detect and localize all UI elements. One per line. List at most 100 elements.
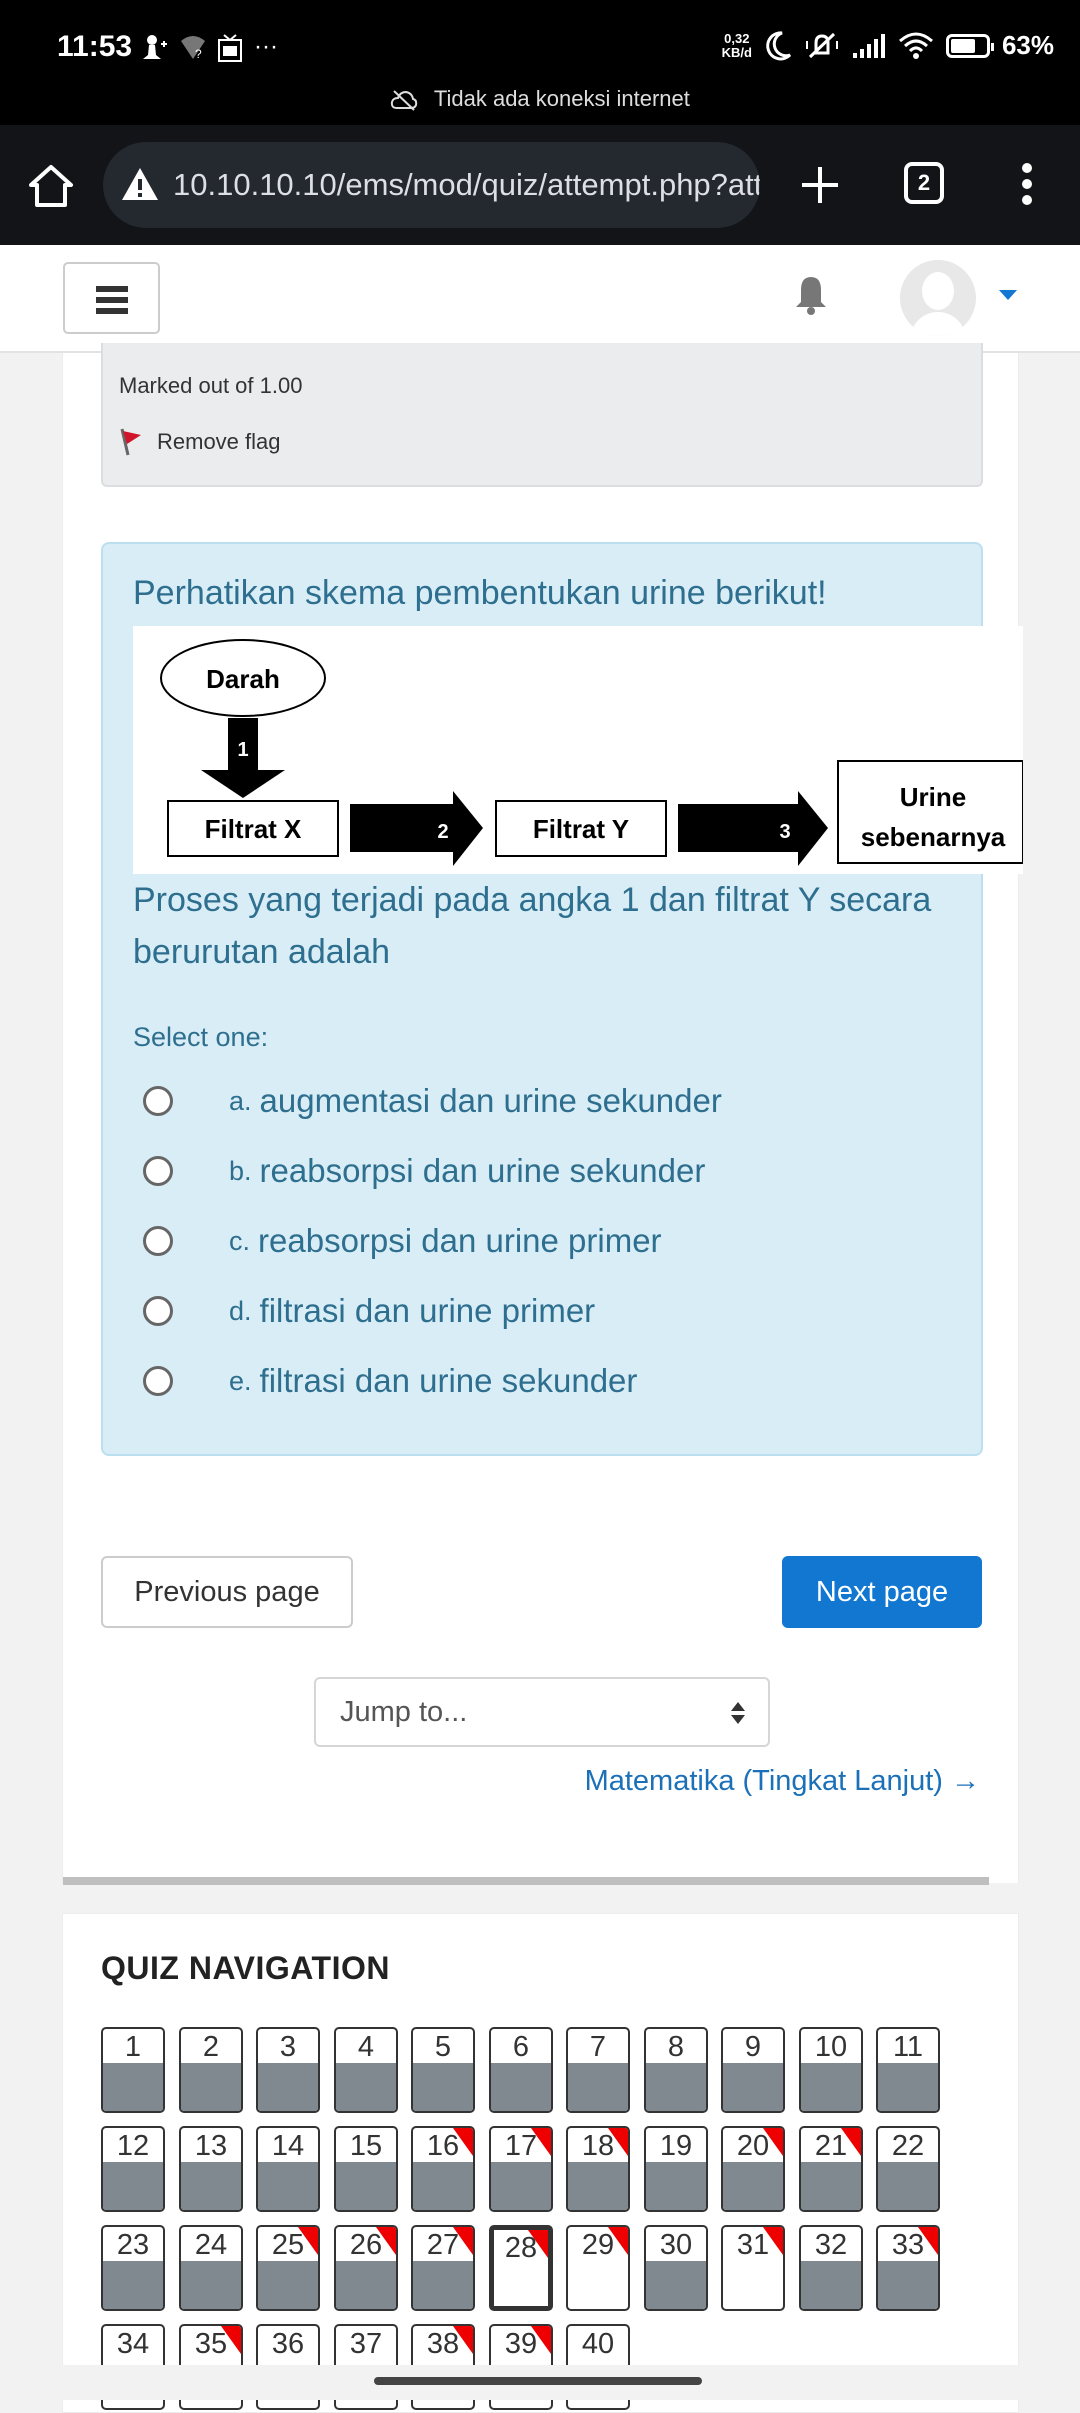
quiz-nav-button-24[interactable]: 24 (179, 2225, 243, 2311)
quiz-nav-button-2[interactable]: 2 (179, 2027, 243, 2113)
avatar[interactable] (900, 260, 976, 336)
quiz-nav-button-26[interactable]: 26 (334, 2225, 398, 2311)
quiz-nav-button-16[interactable]: 16 (411, 2126, 475, 2212)
answer-list: a. augmentasi dan urine sekunder b. reab… (143, 1066, 722, 1416)
question-number: 37 (349, 2328, 383, 2360)
radio-button[interactable] (143, 1226, 173, 1256)
home-icon[interactable] (26, 161, 76, 211)
answered-indicator (181, 2261, 241, 2309)
question-number: 4 (357, 2031, 375, 2063)
quiz-nav-button-27[interactable]: 27 (411, 2225, 475, 2311)
clock: 11:53 (57, 30, 133, 63)
quiz-nav-button-12[interactable]: 12 (101, 2126, 165, 2212)
home-indicator[interactable] (374, 2377, 702, 2385)
darah-node: Darah (160, 639, 326, 717)
quiz-nav-button-17[interactable]: 17 (489, 2126, 553, 2212)
url-text[interactable]: 10.10.10.10/ems/mod/quiz/attempt.php?att (173, 167, 760, 202)
quiz-navigation-title: QUIZ NAVIGATION (101, 1950, 390, 1986)
quiz-nav-button-5[interactable]: 5 (411, 2027, 475, 2113)
bell-icon[interactable] (793, 274, 829, 316)
address-bar[interactable]: 10.10.10.10/ems/mod/quiz/attempt.php?att (103, 142, 760, 228)
more-icon: ··· (254, 33, 278, 60)
radio-button[interactable] (143, 1086, 173, 1116)
quiz-nav-button-31[interactable]: 31 (721, 2225, 785, 2311)
quiz-nav-button-23[interactable]: 23 (101, 2225, 165, 2311)
next-activity-link[interactable]: Matematika (Tingkat Lanjut) → (585, 1765, 980, 1798)
flag-icon (763, 2227, 783, 2255)
next-page-button[interactable]: Next page (782, 1556, 982, 1628)
quiz-nav-button-20[interactable]: 20 (721, 2126, 785, 2212)
question-number: 22 (891, 2130, 925, 2162)
answered-indicator (103, 2063, 163, 2111)
horizontal-scrollbar[interactable] (63, 1877, 989, 1885)
hamburger-icon[interactable] (63, 262, 160, 334)
quiz-nav-button-10[interactable]: 10 (799, 2027, 863, 2113)
question-number: 34 (116, 2328, 150, 2360)
quiz-nav-button-9[interactable]: 9 (721, 2027, 785, 2113)
remove-flag-label[interactable]: Remove flag (157, 429, 281, 455)
answer-option-a[interactable]: a. augmentasi dan urine sekunder (143, 1066, 722, 1136)
question-number: 36 (271, 2328, 305, 2360)
quiz-nav-button-15[interactable]: 15 (334, 2126, 398, 2212)
radio-button[interactable] (143, 1156, 173, 1186)
quiz-nav-button-25[interactable]: 25 (256, 2225, 320, 2311)
jump-to-select[interactable]: Jump to... (314, 1677, 770, 1747)
answer-text[interactable]: filtrasi dan urine primer (260, 1292, 596, 1330)
answer-letter: c. (229, 1225, 251, 1256)
radio-button[interactable] (143, 1366, 173, 1396)
quiz-nav-button-22[interactable]: 22 (876, 2126, 940, 2212)
flag-icon (531, 2128, 551, 2156)
select-arrows-icon (731, 1702, 745, 1724)
quiz-nav-button-30[interactable]: 30 (644, 2225, 708, 2311)
quiz-nav-button-29[interactable]: 29 (566, 2225, 630, 2311)
flag-icon (608, 2227, 628, 2255)
flag-icon (841, 2128, 861, 2156)
quiz-nav-button-21[interactable]: 21 (799, 2126, 863, 2212)
main-content: Marked out of 1.00 Remove flag Perhatika… (62, 343, 1023, 1885)
quiz-nav-button-18[interactable]: 18 (566, 2126, 630, 2212)
answer-letter: e. (229, 1365, 252, 1396)
answered-indicator (336, 2162, 396, 2210)
answer-option-e[interactable]: e. filtrasi dan urine sekunder (143, 1346, 722, 1416)
menu-icon[interactable] (1012, 163, 1042, 207)
answer-text[interactable]: filtrasi dan urine sekunder (260, 1362, 638, 1400)
answered-indicator (181, 2162, 241, 2210)
arrow-2: 2 (350, 791, 483, 866)
answer-option-c[interactable]: c. reabsorpsi dan urine primer (143, 1206, 722, 1276)
answer-option-b[interactable]: b. reabsorpsi dan urine sekunder (143, 1136, 722, 1206)
quiz-nav-button-33[interactable]: 33 (876, 2225, 940, 2311)
radio-button[interactable] (143, 1296, 173, 1326)
caret-down-icon[interactable] (999, 290, 1017, 300)
urine-formation-diagram: Darah 1 Filtrat X 2 Filtrat Y 3 Urine se… (133, 626, 1023, 874)
answered-indicator (413, 2162, 473, 2210)
answered-indicator (413, 2261, 473, 2309)
system-icons: 0,32 KB/d 63% (722, 30, 1054, 61)
quiz-nav-button-11[interactable]: 11 (876, 2027, 940, 2113)
quiz-nav-button-7[interactable]: 7 (566, 2027, 630, 2113)
quiz-nav-button-19[interactable]: 19 (644, 2126, 708, 2212)
quiz-nav-button-3[interactable]: 3 (256, 2027, 320, 2113)
flag-icon (453, 2227, 473, 2255)
answer-text[interactable]: reabsorpsi dan urine primer (258, 1222, 662, 1260)
quiz-nav-button-14[interactable]: 14 (256, 2126, 320, 2212)
quiz-nav-button-1[interactable]: 1 (101, 2027, 165, 2113)
warning-icon[interactable] (121, 166, 159, 202)
remove-flag-button[interactable]: Remove flag (119, 427, 281, 457)
site-navbar (0, 245, 1080, 353)
quiz-nav-button-6[interactable]: 6 (489, 2027, 553, 2113)
quiz-nav-button-4[interactable]: 4 (334, 2027, 398, 2113)
new-tab-button[interactable] (790, 155, 850, 215)
previous-page-button[interactable]: Previous page (101, 1556, 353, 1628)
tabs-icon[interactable]: 2 (904, 162, 944, 204)
question-number: 23 (116, 2229, 150, 2261)
quiz-nav-button-8[interactable]: 8 (644, 2027, 708, 2113)
quiz-nav-button-32[interactable]: 32 (799, 2225, 863, 2311)
answer-text[interactable]: augmentasi dan urine sekunder (260, 1082, 722, 1120)
quiz-nav-button-28[interactable]: 28 (489, 2225, 553, 2311)
answer-option-d[interactable]: d. filtrasi dan urine primer (143, 1276, 722, 1346)
quiz-nav-button-13[interactable]: 13 (179, 2126, 243, 2212)
moon-icon (766, 30, 792, 60)
question-number: 5 (434, 2031, 452, 2063)
answered-indicator (646, 2162, 706, 2210)
answer-text[interactable]: reabsorpsi dan urine sekunder (260, 1152, 706, 1190)
